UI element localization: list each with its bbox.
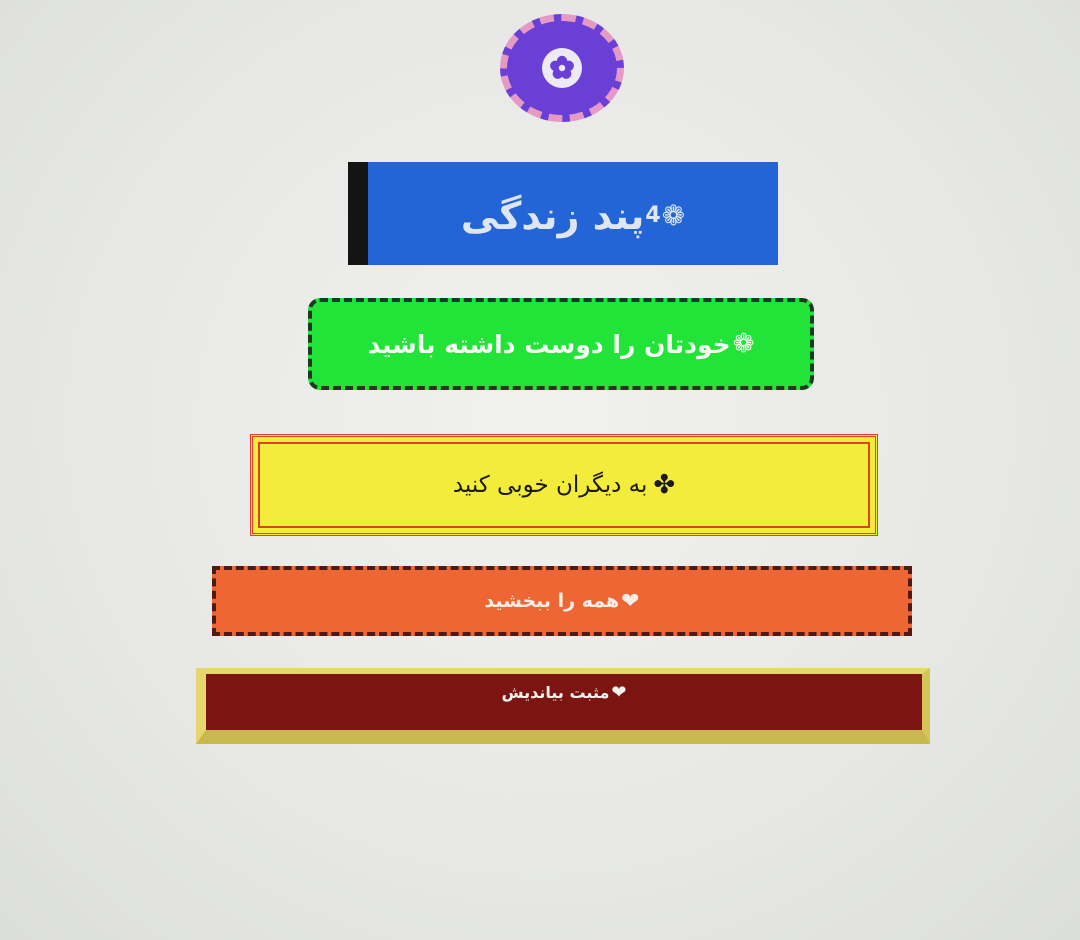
lesson-box-4: ❤ مثبت بیاندیش — [196, 668, 930, 744]
heart-icon: ❤ — [621, 588, 640, 614]
lesson-text: خودتان را دوست داشته باشید — [367, 329, 731, 359]
title-text: پند زندگی — [460, 193, 645, 238]
flower-symbol-icon: ❁ — [732, 329, 755, 359]
lesson-text: همه را ببخشید — [484, 590, 620, 612]
lesson-box-1: ❁ خودتان را دوست داشته باشید — [308, 298, 814, 390]
logo-inner-circle — [542, 48, 582, 88]
page-title: ❁ 4 پند زندگی — [348, 162, 778, 265]
flower-icon — [550, 55, 574, 79]
lesson-text: مثبت بیاندیش — [501, 682, 610, 702]
lesson-text: به دیگران خوبی کنید — [452, 472, 648, 498]
flower-symbol-icon: ❁ — [661, 199, 686, 232]
title-number: 4 — [645, 203, 661, 228]
logo-badge — [500, 14, 624, 122]
clover-symbol-icon: ✤ — [653, 470, 676, 500]
lesson-box-2: ✤ به دیگران خوبی کنید — [250, 434, 878, 536]
lesson-box-3: ❤ همه را ببخشید — [212, 566, 912, 636]
heart-icon: ❤ — [611, 681, 627, 703]
